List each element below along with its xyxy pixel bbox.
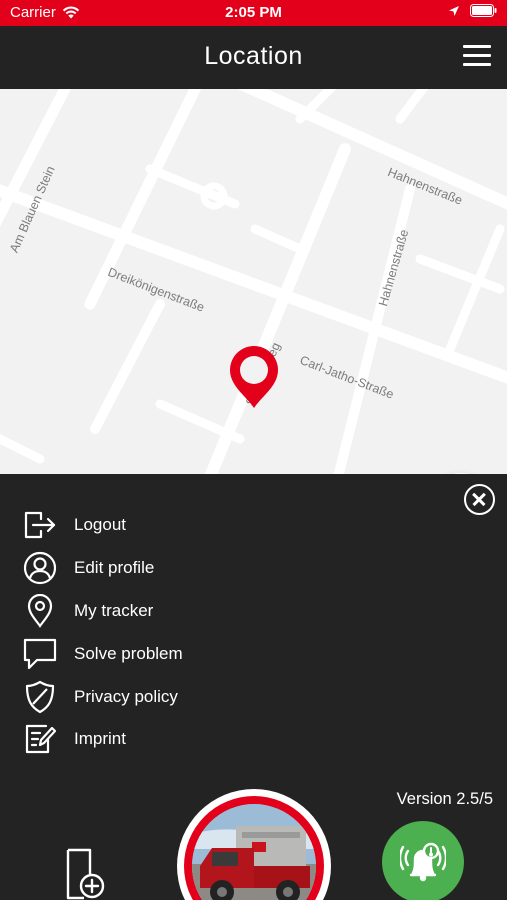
menu-item-label: Imprint <box>74 729 126 749</box>
menu-item-privacy-policy[interactable]: Privacy policy <box>22 675 342 718</box>
alarm-bell-icon <box>400 842 446 882</box>
drawer-menu: Logout Edit profile My tracker Solve pro… <box>22 504 342 761</box>
logout-icon <box>22 507 58 543</box>
menu-item-solve-problem[interactable]: Solve problem <box>22 632 342 675</box>
location-pin-icon <box>22 593 58 629</box>
menu-item-my-tracker[interactable]: My tracker <box>22 590 342 633</box>
battery-icon <box>470 4 497 17</box>
side-drawer: Logout Edit profile My tracker Solve pro… <box>0 474 507 900</box>
menu-item-label: Privacy policy <box>74 686 178 706</box>
app-header: Location <box>0 26 507 89</box>
chat-bubble-icon <box>22 636 58 672</box>
add-device-icon[interactable] <box>64 848 108 900</box>
menu-item-edit-profile[interactable]: Edit profile <box>22 547 342 590</box>
menu-item-logout[interactable]: Logout <box>22 504 342 547</box>
edit-document-icon <box>22 721 58 757</box>
status-bar: Carrier 2:05 PM <box>0 0 507 26</box>
street-grid <box>0 89 507 474</box>
location-services-icon <box>449 5 459 16</box>
menu-item-label: My tracker <box>74 600 154 620</box>
vehicle-photo <box>192 804 316 900</box>
menu-item-label: Logout <box>74 515 126 535</box>
user-circle-icon <box>22 550 58 586</box>
menu-item-imprint[interactable]: Imprint <box>22 718 342 761</box>
page-title: Location <box>204 42 303 70</box>
menu-item-label: Edit profile <box>74 558 155 578</box>
shield-icon <box>22 679 58 715</box>
map-view[interactable]: Am Blauen Stein Hahnenstraße Hahnenstraß… <box>0 89 507 474</box>
hamburger-menu-icon[interactable] <box>463 45 493 69</box>
close-icon[interactable] <box>464 484 495 515</box>
location-pin-marker[interactable] <box>226 342 282 410</box>
status-time: 2:05 PM <box>225 4 282 21</box>
vehicle-photo-button[interactable] <box>177 789 331 900</box>
app-version: Version 2.5/5 <box>396 790 493 808</box>
alarm-button[interactable] <box>382 821 464 900</box>
menu-item-label: Solve problem <box>74 643 183 663</box>
